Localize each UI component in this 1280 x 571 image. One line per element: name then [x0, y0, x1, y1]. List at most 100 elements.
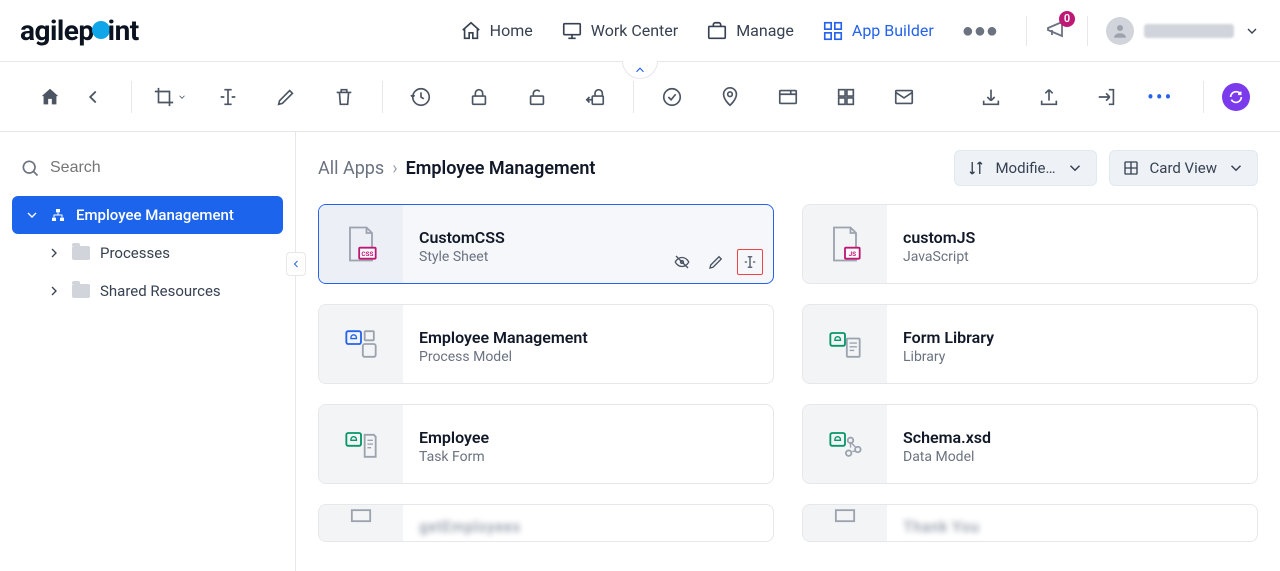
refresh-icon [1228, 89, 1244, 105]
sidebar: Employee Management Processes Shared Res… [0, 132, 296, 571]
sidebar-collapse[interactable] [286, 252, 306, 276]
toolbar-import[interactable] [971, 77, 1011, 117]
toolbar-home[interactable] [30, 77, 69, 117]
nav-home[interactable]: Home [460, 20, 533, 42]
content-area: All Apps › Employee Management Modifie… … [296, 132, 1280, 571]
apps-icon [822, 20, 844, 42]
card-subtitle: Task Form [419, 449, 757, 465]
card-hide-action[interactable] [669, 249, 695, 275]
toolbar-back[interactable] [73, 77, 112, 117]
card-employee-mgmt[interactable]: Employee Management Process Model [318, 304, 774, 384]
card-partial-1[interactable]: getEmployees [318, 504, 774, 542]
file-css-icon: CSS [319, 205, 403, 283]
chevron-down-icon [1244, 23, 1260, 39]
search-input[interactable] [50, 159, 275, 177]
breadcrumb: All Apps › Employee Management [318, 158, 595, 179]
sidebar-item-processes[interactable]: Processes [34, 234, 283, 272]
toolbar-lock[interactable] [459, 77, 499, 117]
toolbar-mail[interactable] [884, 77, 924, 117]
user-menu[interactable] [1106, 17, 1260, 45]
eye-off-icon [673, 253, 691, 271]
card-subtitle: Process Model [419, 349, 757, 365]
task-form-icon [319, 405, 403, 483]
toolbar-unlock[interactable] [517, 77, 557, 117]
briefcase-icon [706, 20, 728, 42]
nav-work-center[interactable]: Work Center [561, 20, 678, 42]
card-form-library[interactable]: Form Library Library [802, 304, 1258, 384]
sidebar-item-shared[interactable]: Shared Resources [34, 272, 283, 310]
breadcrumb-current: Employee Management [406, 158, 596, 179]
toolbar-history[interactable] [401, 77, 441, 117]
chevron-up-icon [633, 63, 647, 77]
toolbar-export[interactable] [1029, 77, 1069, 117]
sort-control[interactable]: Modifie… [954, 150, 1096, 186]
view-control[interactable]: Card View [1109, 150, 1258, 186]
card-partial-2[interactable]: Thank You [802, 504, 1258, 542]
toolbar-grid[interactable] [826, 77, 866, 117]
toolbar-exit[interactable] [1087, 77, 1127, 117]
nav-more[interactable]: ●●● [962, 18, 998, 43]
nav-manage-label: Manage [736, 21, 794, 40]
text-cursor-icon [741, 253, 759, 271]
sidebar-processes-label: Processes [100, 244, 170, 262]
chevron-down-icon [24, 207, 40, 223]
card-schema[interactable]: Schema.xsd Data Model [802, 404, 1258, 484]
card-grid: CSS CustomCSS Style Sheet JS c [318, 204, 1258, 484]
chevron-down-icon [1066, 159, 1084, 177]
toolbar-refresh[interactable] [1222, 83, 1250, 111]
exit-icon [1096, 86, 1118, 108]
mail-icon [893, 86, 915, 108]
trash-icon [333, 86, 355, 108]
nav-manage[interactable]: Manage [706, 20, 794, 42]
sidebar-search[interactable] [12, 148, 283, 196]
card-employee[interactable]: Employee Task Form [318, 404, 774, 484]
toolbar-crop[interactable] [150, 77, 190, 117]
data-model-icon [803, 405, 887, 483]
pencil-icon [707, 253, 725, 271]
card-customcss[interactable]: CSS CustomCSS Style Sheet [318, 204, 774, 284]
username [1144, 24, 1234, 38]
toolbar-delete[interactable] [324, 77, 364, 117]
toolbar-more[interactable]: ••• [1135, 85, 1185, 109]
toolbar-rename[interactable] [208, 77, 248, 117]
card-edit-action[interactable] [703, 249, 729, 275]
card-subtitle: JavaScript [903, 249, 1241, 265]
toolbar-edit[interactable] [266, 77, 306, 117]
sitemap-icon [50, 207, 66, 223]
check-circle-icon [661, 86, 683, 108]
sort-icon [967, 159, 985, 177]
library-icon [803, 305, 887, 383]
breadcrumb-root[interactable]: All Apps [318, 158, 384, 179]
folder-icon [72, 246, 90, 260]
card-title: CustomCSS [419, 228, 757, 247]
chevron-right-icon [46, 245, 62, 261]
card-title: Schema.xsd [903, 428, 1241, 447]
chevron-right-icon [46, 283, 62, 299]
notif-badge: 0 [1059, 11, 1075, 27]
nav-app-builder[interactable]: App Builder [822, 20, 934, 42]
view-label: Card View [1150, 159, 1217, 177]
card-customjs[interactable]: JS customJS JavaScript [802, 204, 1258, 284]
toolbar-location[interactable] [710, 77, 750, 117]
sidebar-item-root[interactable]: Employee Management [12, 196, 283, 234]
monitor-icon [561, 20, 583, 42]
card-title: Thank You [903, 517, 1241, 536]
grid-icon [835, 86, 857, 108]
card-subtitle: Library [903, 349, 1241, 365]
chevron-left-icon [82, 86, 104, 108]
chevron-down-icon [177, 92, 187, 102]
brand-logo: agilepint [20, 14, 139, 47]
lock-arrow-icon [584, 86, 606, 108]
toolbar-validate[interactable] [652, 77, 692, 117]
home-icon [460, 20, 482, 42]
folder-icon [72, 284, 90, 298]
notifications[interactable]: 0 [1045, 17, 1069, 45]
nav-home-label: Home [490, 21, 533, 40]
unlock-icon [526, 86, 548, 108]
toolbar-checkout[interactable] [575, 77, 615, 117]
history-icon [410, 86, 432, 108]
chevron-down-icon [1227, 159, 1245, 177]
divider [1026, 16, 1027, 46]
toolbar-preview[interactable] [768, 77, 808, 117]
card-rename-action[interactable] [737, 249, 763, 275]
